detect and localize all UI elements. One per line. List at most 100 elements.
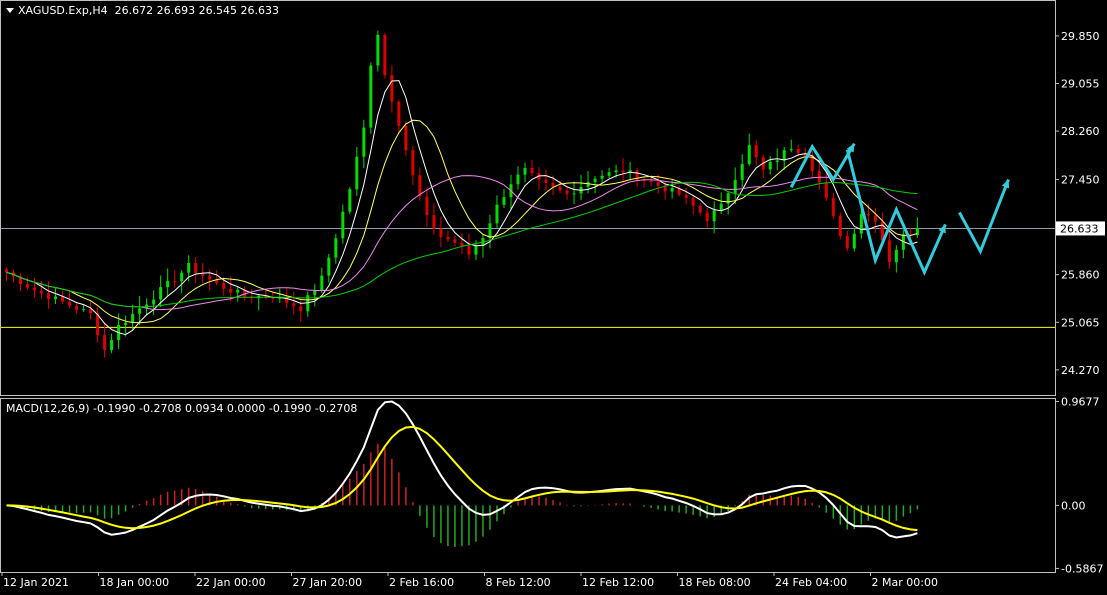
candle [61, 290, 65, 305]
macd-header: MACD(12,26,9) -0.1990 -0.2708 0.0934 0.0… [6, 402, 358, 415]
candle [845, 230, 849, 252]
ma-line-ma_mid [6, 119, 918, 324]
candle [852, 228, 856, 252]
candle [894, 245, 898, 273]
candle [383, 32, 387, 79]
candle [194, 257, 198, 283]
candle [901, 229, 905, 259]
candle [873, 208, 877, 233]
candle [180, 270, 184, 294]
candle [446, 230, 450, 243]
candle [166, 268, 170, 296]
candle [502, 189, 506, 208]
candle [600, 170, 604, 184]
candle [782, 146, 786, 170]
candle [635, 167, 639, 187]
candle [362, 119, 366, 169]
candle [369, 62, 373, 134]
candle [313, 283, 317, 307]
ma-line-ma_fast [6, 80, 918, 336]
candle [292, 291, 296, 315]
price-panel [0, 30, 1055, 358]
candle [306, 291, 310, 317]
time-tick-label: 24 Feb 04:00 [775, 576, 847, 589]
time-tick-label: 22 Jan 00:00 [196, 576, 266, 589]
candle [320, 267, 324, 293]
candle [705, 207, 709, 228]
candle [124, 315, 128, 337]
candle [96, 307, 100, 343]
candle [495, 195, 499, 229]
candle [460, 233, 464, 255]
price-tick-label: 28.260 [1061, 125, 1100, 138]
candle [278, 288, 282, 304]
candle [824, 170, 828, 201]
candle [33, 277, 37, 298]
candle [54, 287, 58, 304]
candle [628, 161, 632, 180]
macd-tick-label: 0.9677 [1061, 395, 1100, 408]
candles [5, 30, 919, 358]
time-tick-label: 18 Feb 08:00 [679, 576, 751, 589]
price-tick-label: 24.270 [1061, 364, 1100, 377]
symbol-dropdown-icon[interactable] [6, 8, 14, 13]
candle [432, 203, 436, 235]
time-tick-label: 27 Jan 20:00 [293, 576, 363, 589]
time-tick-label: 8 Feb 12:00 [486, 576, 551, 589]
candle [768, 156, 772, 175]
candle [677, 185, 681, 197]
current-price-label: 26.633 [1060, 222, 1099, 235]
candle [537, 167, 541, 191]
candle [257, 293, 261, 311]
candle [376, 30, 380, 72]
time-tick-label: 12 Feb 12:00 [582, 576, 654, 589]
symbol-header: XAGUSD.Exp,H4 26.672 26.693 26.545 26.63… [18, 4, 280, 17]
candle [411, 145, 415, 185]
time-tick-label: 18 Jan 00:00 [100, 576, 170, 589]
time-tick-label: 12 Jan 2021 [3, 576, 69, 589]
candle [453, 235, 457, 247]
candle [341, 204, 345, 244]
candle [698, 202, 702, 216]
candle [642, 176, 646, 188]
candle [327, 254, 331, 283]
time-tick-label: 2 Mar 00:00 [872, 576, 938, 589]
candle [607, 167, 611, 179]
candle [5, 267, 9, 281]
candle [110, 333, 114, 354]
time-axis: 12 Jan 2021 18 Jan 00:00 22 Jan 00:00 27 Ja… [1, 572, 938, 589]
macd-axis: 0.9677 0.00 -0.5867 [1055, 395, 1103, 575]
candle [439, 216, 443, 248]
candle [754, 140, 758, 166]
candle [355, 146, 359, 196]
candle [397, 99, 401, 134]
candle [481, 234, 485, 258]
candle [418, 168, 422, 201]
candle [173, 270, 177, 288]
price-axis: 29.850 29.055 28.260 27.450 26.633 25.860 25.0… [1055, 30, 1105, 377]
candle [404, 121, 408, 156]
candle [103, 323, 107, 358]
candle [131, 304, 135, 330]
macd-panel [6, 400, 919, 547]
candle [691, 195, 695, 215]
chart-frame [0, 0, 1056, 573]
candle [789, 139, 793, 153]
candle [831, 192, 835, 219]
candle [838, 212, 842, 240]
candle [348, 187, 352, 215]
candle [740, 154, 744, 188]
arrow-path [789, 142, 856, 189]
candle [488, 214, 492, 249]
candle [915, 217, 919, 238]
chart-canvas[interactable]: 29.850 29.055 28.260 27.450 26.633 25.860 25.0… [0, 0, 1107, 591]
candle [621, 158, 625, 183]
macd-tick-label: -0.5867 [1061, 562, 1103, 575]
candle [733, 167, 737, 205]
macd-histogram [12, 443, 919, 547]
price-tick-label: 29.055 [1061, 77, 1100, 90]
candle [334, 233, 338, 264]
candle [579, 175, 583, 201]
arrow-path [958, 179, 1010, 255]
candle [544, 169, 548, 191]
